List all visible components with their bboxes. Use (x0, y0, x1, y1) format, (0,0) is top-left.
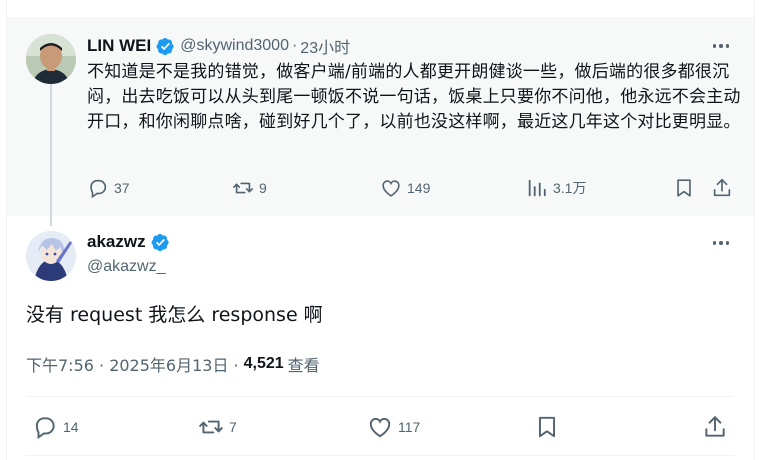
reply-icon (35, 417, 55, 440)
reply-tweet-text: 没有 request 我怎么 response 啊 (26, 304, 323, 326)
reply-retweet-count: 7 (229, 419, 237, 435)
reply-share-button[interactable] (702, 414, 728, 440)
reply-like-button[interactable]: 117 (367, 414, 420, 440)
parent-tweet-text: 不知道是不是我的错觉，做客户端/前端的人都更开朗健谈一些，做后端的很多都很沉闷，… (87, 62, 741, 132)
tweet-thread-view: LIN WEI @skywind3000 · 23小时 不知道是不是我的错觉，做… (0, 0, 775, 460)
person-photo-avatar-icon (26, 34, 76, 84)
parent-tweet-time[interactable]: 23小时 (300, 34, 350, 58)
parent-views-button[interactable]: 3.1万 (526, 177, 586, 199)
parent-author-avatar[interactable] (26, 34, 76, 84)
bottom-divider (26, 455, 734, 456)
more-options-icon[interactable] (710, 232, 732, 254)
reply-like-count: 117 (398, 419, 421, 435)
reply-views-label: 查看 (287, 356, 320, 375)
meta-divider (26, 396, 734, 397)
reply-meta-row: 下午7:56 · 2025年6月13日 · 4,521 查看 (26, 352, 320, 376)
parent-like-button[interactable]: 149 (380, 177, 430, 199)
reply-views-count: 4,521 (243, 355, 284, 372)
parent-retweet-count: 9 (259, 180, 267, 196)
parent-views-count: 3.1万 (553, 180, 587, 196)
parent-like-count: 149 (407, 180, 431, 196)
parent-reply-count: 37 (114, 180, 130, 196)
parent-author-name[interactable]: LIN WEI (87, 36, 151, 56)
reply-icon (90, 179, 107, 199)
heart-icon (369, 417, 391, 438)
thread-connector-line (50, 84, 52, 226)
reply-author-handle[interactable]: @akazwz_ (87, 258, 166, 276)
views-chart-icon (528, 179, 546, 197)
column-border-right (754, 0, 755, 460)
reply-timestamp[interactable]: 下午7:56 · 2025年6月13日 · (26, 352, 239, 376)
verified-badge-icon[interactable] (156, 37, 175, 56)
bookmark-icon (538, 416, 556, 438)
reply-reply-button[interactable]: 14 (32, 414, 79, 440)
retweet-icon (233, 182, 253, 194)
parent-author-row: LIN WEI @skywind3000 · 23小时 (87, 34, 350, 58)
reply-author-avatar[interactable] (26, 231, 76, 281)
parent-bookmark-button[interactable] (673, 177, 695, 199)
parent-author-handle[interactable]: @skywind3000 (180, 37, 289, 55)
parent-retweet-button[interactable]: 9 (232, 177, 267, 199)
retweet-icon (199, 420, 223, 434)
reply-retweet-button[interactable]: 7 (198, 414, 237, 440)
verified-badge-icon[interactable] (151, 233, 170, 252)
anime-character-avatar-icon (26, 231, 76, 281)
reply-reply-count: 14 (63, 419, 79, 435)
time-separator: · (291, 37, 298, 54)
share-icon (713, 178, 731, 197)
reply-bookmark-button[interactable] (534, 414, 560, 440)
reply-author-row: akazwz (87, 232, 170, 252)
parent-share-button[interactable] (711, 177, 733, 199)
bookmark-icon (677, 179, 691, 197)
reply-author-name[interactable]: akazwz (87, 232, 146, 252)
share-icon (705, 416, 725, 437)
parent-reply-button[interactable]: 37 (87, 177, 130, 199)
heart-icon (382, 180, 400, 197)
more-options-icon[interactable] (710, 35, 732, 57)
